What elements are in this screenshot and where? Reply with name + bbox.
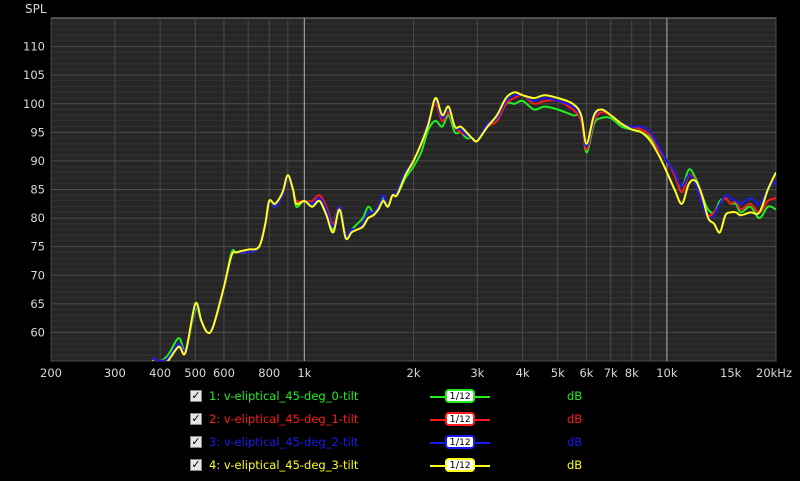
x-tick-labels: 200 300 400 500 600 800 1k 2k 3k 4k 5k 6k 7k 8k 10k 15k… xyxy=(40,366,792,380)
x-tick-label: 500 xyxy=(184,366,206,380)
legend: ✓ 1: v-eliptical_45-deg_0-tilt 1/12 dB ✓… xyxy=(0,386,800,481)
x-tick-label: 4k xyxy=(516,366,530,380)
x-tick-label: 20kHz xyxy=(756,366,792,380)
y-tick-label: 110 xyxy=(23,40,45,54)
series-4-checkbox[interactable]: ✓ xyxy=(190,459,202,471)
y-tick-label: 100 xyxy=(23,97,45,111)
frequency-response-chart: SPL 60 65 70 75 80 85 90 95 100 105 110 200 300 400 5… xyxy=(23,2,792,380)
x-tick-label: 600 xyxy=(213,366,235,380)
smoothing-den: 12 xyxy=(459,392,471,402)
y-tick-label: 85 xyxy=(30,183,45,197)
x-tick-label: 300 xyxy=(104,366,126,380)
y-tick-label: 75 xyxy=(30,240,45,254)
legend-label[interactable]: 1: v-eliptical_45-deg_0-tilt xyxy=(209,389,358,403)
legend-item-2: ✓ 2: v-eliptical_45-deg_1-tilt 1/12 dB xyxy=(190,411,790,431)
smoothing-num: 1 xyxy=(449,460,456,471)
x-tick-label: 7k xyxy=(604,366,618,380)
unit-label: dB xyxy=(567,435,583,449)
x-tick-label: 2k xyxy=(407,366,421,380)
x-tick-label: 15k xyxy=(720,366,742,380)
grid-lines xyxy=(50,18,777,362)
legend-item-1: ✓ 1: v-eliptical_45-deg_0-tilt 1/12 dB xyxy=(190,388,790,408)
y-tick-label: 60 xyxy=(30,325,45,339)
y-tick-label: 105 xyxy=(23,68,45,82)
smoothing-control[interactable]: 1/12 xyxy=(430,411,490,429)
y-tick-label: 90 xyxy=(30,154,45,168)
unit-label: dB xyxy=(567,389,583,403)
x-tick-label: 200 xyxy=(40,366,62,380)
legend-item-3: ✓ 3: v-eliptical_45-deg_2-tilt 1/12 dB xyxy=(190,434,790,454)
x-tick-label: 3k xyxy=(470,366,484,380)
x-tick-label: 400 xyxy=(149,366,171,380)
smoothing-box[interactable]: 1/12 xyxy=(445,458,475,472)
smoothing-num: 1 xyxy=(449,414,456,425)
smoothing-num: 1 xyxy=(449,437,456,448)
series-3-checkbox[interactable]: ✓ xyxy=(190,436,202,448)
smoothing-control[interactable]: 1/12 xyxy=(430,388,490,406)
smoothing-box[interactable]: 1/12 xyxy=(445,389,475,403)
y-axis-label: SPL xyxy=(25,2,47,16)
smoothing-control[interactable]: 1/12 xyxy=(430,457,490,475)
smoothing-box[interactable]: 1/12 xyxy=(445,412,475,426)
y-tick-labels: 60 65 70 75 80 85 90 95 100 105 110 xyxy=(23,40,45,340)
y-tick-label: 65 xyxy=(30,297,45,311)
x-tick-label: 1k xyxy=(297,366,311,380)
legend-label[interactable]: 2: v-eliptical_45-deg_1-tilt xyxy=(209,412,358,426)
smoothing-num: 1 xyxy=(449,391,456,402)
x-tick-label: 8k xyxy=(625,366,639,380)
x-tick-label: 10k xyxy=(656,366,678,380)
legend-label[interactable]: 3: v-eliptical_45-deg_2-tilt xyxy=(209,435,358,449)
unit-label: dB xyxy=(567,458,583,472)
y-tick-label: 70 xyxy=(30,268,45,282)
smoothing-box[interactable]: 1/12 xyxy=(445,435,475,449)
y-tick-label: 80 xyxy=(30,211,45,225)
series-1-checkbox[interactable]: ✓ xyxy=(190,390,202,402)
legend-label[interactable]: 4: v-eliptical_45-deg_3-tilt xyxy=(209,458,358,472)
smoothing-control[interactable]: 1/12 xyxy=(430,434,490,452)
x-tick-label: 800 xyxy=(258,366,280,380)
y-tick-label: 95 xyxy=(30,125,45,139)
x-tick-label: 5k xyxy=(551,366,565,380)
smoothing-den: 12 xyxy=(459,415,471,425)
unit-label: dB xyxy=(567,412,583,426)
smoothing-den: 12 xyxy=(459,438,471,448)
smoothing-den: 12 xyxy=(459,461,471,471)
series-2-checkbox[interactable]: ✓ xyxy=(190,413,202,425)
legend-item-4: ✓ 4: v-eliptical_45-deg_3-tilt 1/12 dB xyxy=(190,457,790,477)
x-tick-label: 6k xyxy=(579,366,593,380)
